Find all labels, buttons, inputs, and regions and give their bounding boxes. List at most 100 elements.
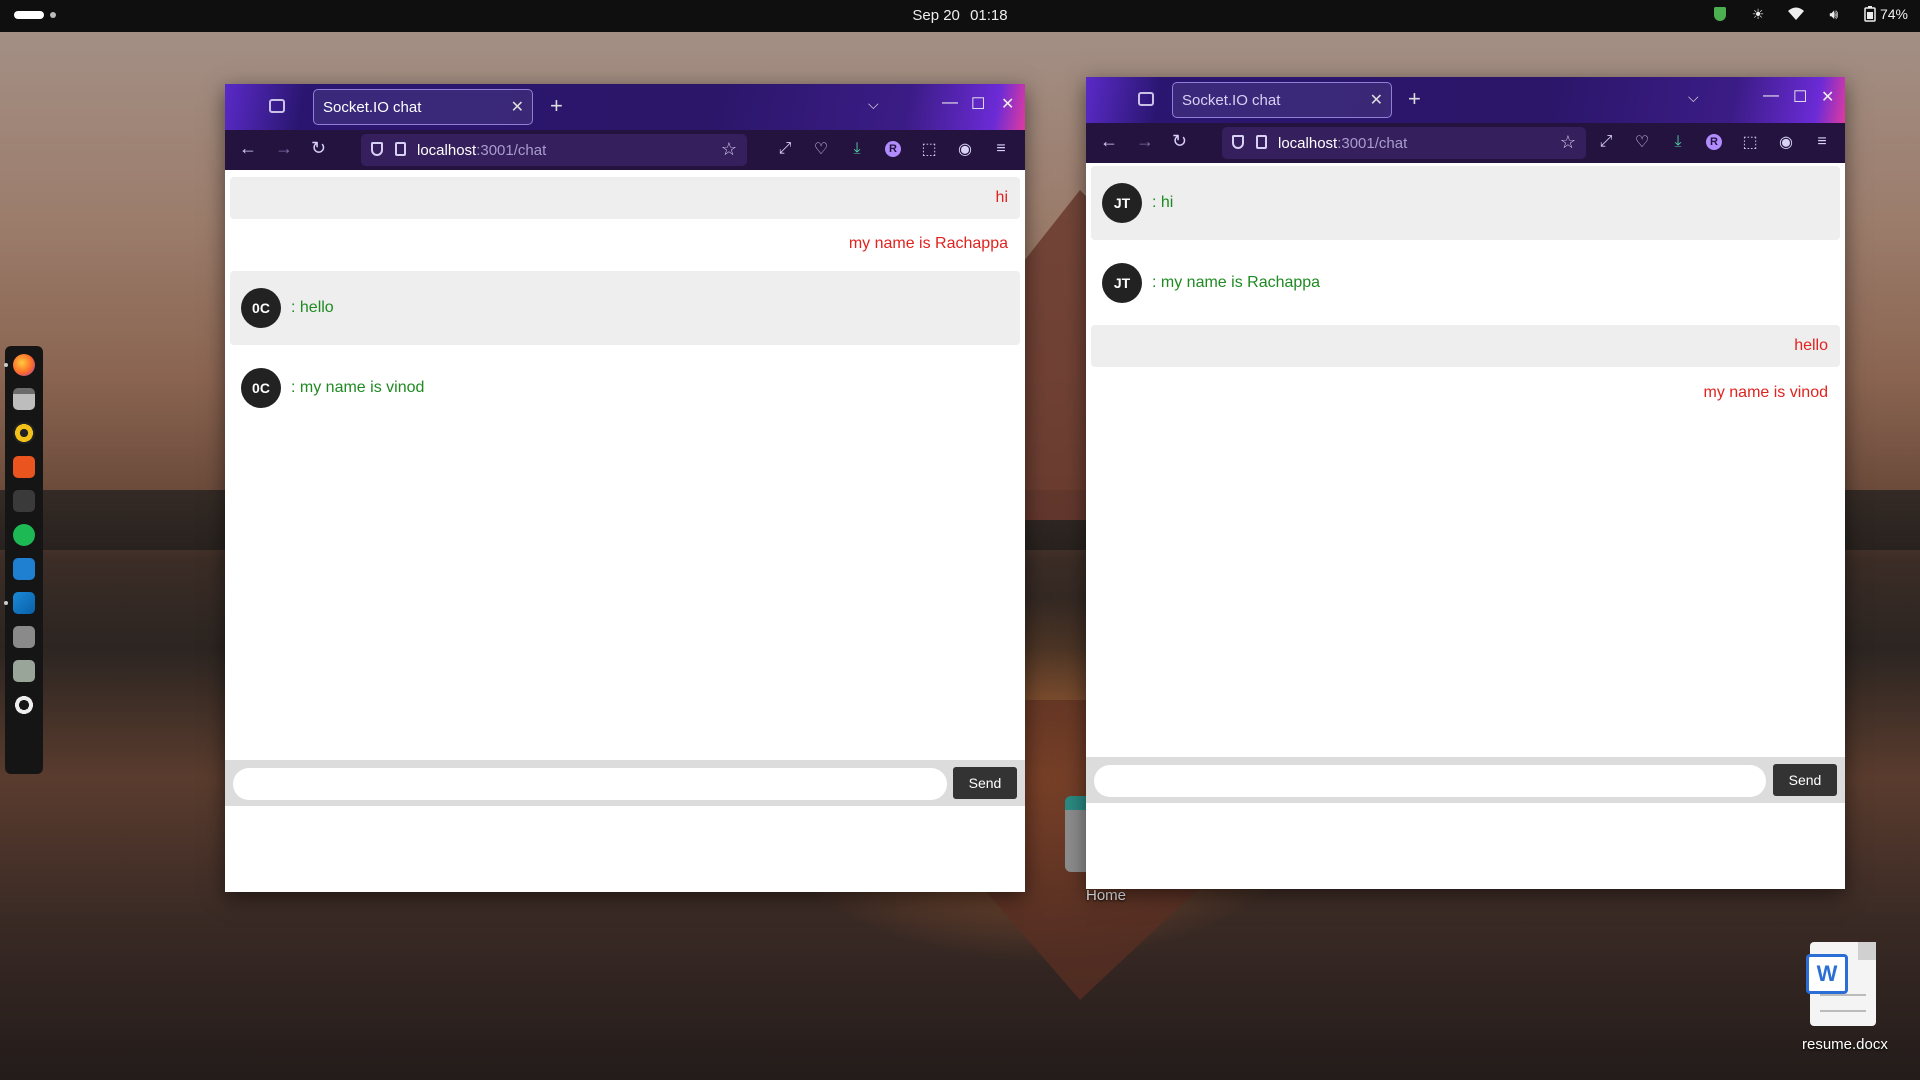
chat-message-input[interactable] xyxy=(233,768,947,800)
show-apps-icon[interactable] xyxy=(13,694,35,716)
tab-overview-icon[interactable] xyxy=(1138,92,1154,106)
browser-titlebar[interactable]: Socket.IO chat ✕ + ⌵ — ☐ ✕ xyxy=(225,84,1025,130)
forward-icon[interactable]: → xyxy=(275,138,293,159)
reload-icon[interactable]: ↻ xyxy=(1172,131,1187,152)
minimize-icon[interactable]: — xyxy=(1763,87,1779,105)
pocket-icon[interactable]: ♡ xyxy=(1632,132,1652,152)
minimize-icon[interactable]: — xyxy=(942,94,958,112)
url-text[interactable]: localhost:3001/chat xyxy=(1278,135,1407,152)
tab-socketio-chat[interactable]: Socket.IO chat ✕ xyxy=(313,89,533,125)
url-host: localhost xyxy=(417,142,477,159)
app-center-icon[interactable] xyxy=(13,456,35,478)
firefox-icon[interactable] xyxy=(4,354,35,376)
docx-file-label[interactable]: resume.docx xyxy=(1802,1036,1888,1053)
extensions-icon[interactable]: ⬚ xyxy=(1740,132,1760,152)
vscode-icon[interactable] xyxy=(4,592,35,614)
bookmark-star-icon[interactable]: ☆ xyxy=(721,139,737,160)
url-host: localhost xyxy=(1278,135,1338,152)
new-tab-icon[interactable]: + xyxy=(550,93,563,119)
new-tab-icon[interactable]: + xyxy=(1408,86,1421,112)
message-text: : my name is Rachappa xyxy=(1152,274,1321,291)
chat-message-other: 0C : my name is vinod xyxy=(230,351,1020,425)
tracking-shield-icon[interactable] xyxy=(1232,135,1244,149)
chat-message-input[interactable] xyxy=(1094,765,1766,797)
chat-message-own: my name is vinod xyxy=(1091,372,1840,414)
chevron-down-icon[interactable]: ⌵ xyxy=(868,96,879,113)
extensions-icon[interactable]: ⬚ xyxy=(919,139,939,159)
menu-icon[interactable]: ≡ xyxy=(1812,132,1832,152)
chat-message-other: JT : my name is Rachappa xyxy=(1091,246,1840,320)
account-avatar-icon[interactable]: ◉ xyxy=(1776,132,1796,152)
sender-avatar: 0C xyxy=(241,368,281,408)
close-window-icon[interactable]: ✕ xyxy=(1821,87,1834,107)
top-bar: Sep 20 01:18 ☀ 🔊︎ 74% xyxy=(0,0,1920,32)
docx-file-icon[interactable]: W xyxy=(1806,942,1876,1026)
close-tab-icon[interactable]: ✕ xyxy=(1370,90,1383,110)
url-bar[interactable]: localhost:3001/chat ☆ xyxy=(361,134,747,166)
battery-indicator[interactable]: 74% xyxy=(1864,6,1908,22)
files-icon[interactable] xyxy=(13,388,35,410)
spotify-icon[interactable] xyxy=(13,524,35,546)
chat-message-own: hi xyxy=(230,177,1020,219)
home-folder-icon[interactable] xyxy=(1065,796,1087,872)
battery-icon xyxy=(1864,6,1876,22)
chevron-down-icon[interactable]: ⌵ xyxy=(1688,89,1699,106)
profile-extension-icon[interactable]: R xyxy=(1704,132,1724,152)
sender-avatar: JT xyxy=(1102,263,1142,303)
url-bar[interactable]: localhost:3001/chat ☆ xyxy=(1222,127,1586,159)
volume-icon[interactable]: 🔊︎ xyxy=(1826,6,1842,22)
close-tab-icon[interactable]: ✕ xyxy=(511,97,524,117)
pocket-icon[interactable]: ♡ xyxy=(811,139,831,159)
send-button[interactable]: Send xyxy=(953,767,1017,799)
drive-icon[interactable] xyxy=(13,626,35,648)
brightness-icon[interactable]: ☀ xyxy=(1750,6,1766,22)
fullscreen-icon[interactable]: ⤢ xyxy=(775,139,795,159)
message-text: hi xyxy=(995,189,1008,206)
message-text: : hello xyxy=(291,299,334,316)
security-shield-icon[interactable] xyxy=(1712,6,1728,22)
browser-window-left: Socket.IO chat ✕ + ⌵ — ☐ ✕ ← → ↻ localho… xyxy=(225,84,1025,892)
clock[interactable]: Sep 20 01:18 xyxy=(0,7,1920,24)
download-icon[interactable]: ⤓ xyxy=(1668,132,1688,152)
url-text[interactable]: localhost:3001/chat xyxy=(417,142,546,159)
home-folder-label[interactable]: Home xyxy=(1086,887,1126,904)
back-icon[interactable]: ← xyxy=(239,138,257,159)
forward-icon[interactable]: → xyxy=(1136,131,1154,152)
dock xyxy=(4,346,43,774)
battery-percent: 74% xyxy=(1879,6,1908,22)
system-monitor-icon[interactable] xyxy=(13,558,35,580)
maximize-icon[interactable]: ☐ xyxy=(1793,87,1807,107)
sender-avatar: JT xyxy=(1102,183,1142,223)
trash-icon[interactable] xyxy=(13,660,35,682)
page-info-icon[interactable] xyxy=(395,142,406,156)
chat-message-other: JT : hi xyxy=(1091,166,1840,240)
menu-icon[interactable]: ≡ xyxy=(991,139,1011,159)
browser-window-right: Socket.IO chat ✕ + ⌵ — ☐ ✕ ← → ↻ localho… xyxy=(1086,77,1845,889)
wifi-icon[interactable] xyxy=(1787,6,1804,22)
browser-titlebar[interactable]: Socket.IO chat ✕ + ⌵ — ☐ ✕ xyxy=(1086,77,1845,123)
send-button[interactable]: Send xyxy=(1773,764,1837,796)
message-text: my name is vinod xyxy=(1703,384,1829,401)
url-path: :3001/chat xyxy=(1337,135,1408,152)
profile-extension-icon[interactable]: R xyxy=(883,139,903,159)
tab-overview-icon[interactable] xyxy=(269,99,285,113)
maximize-icon[interactable]: ☐ xyxy=(971,94,985,114)
close-window-icon[interactable]: ✕ xyxy=(1001,94,1014,114)
fullscreen-icon[interactable]: ⤢ xyxy=(1596,132,1616,152)
system-tray[interactable]: ☀ 🔊︎ 74% xyxy=(1712,6,1908,22)
page-info-icon[interactable] xyxy=(1256,135,1267,149)
clock-time: 01:18 xyxy=(970,7,1008,24)
tracking-shield-icon[interactable] xyxy=(371,142,383,156)
rhythmbox-icon[interactable] xyxy=(13,422,35,444)
terminal-icon[interactable] xyxy=(13,490,35,512)
tab-socketio-chat[interactable]: Socket.IO chat ✕ xyxy=(1172,82,1392,118)
reload-icon[interactable]: ↻ xyxy=(311,138,326,159)
back-icon[interactable]: ← xyxy=(1100,131,1118,152)
bookmark-star-icon[interactable]: ☆ xyxy=(1560,132,1576,153)
chat-page: hi my name is Rachappa 0C : hello 0C : m… xyxy=(225,170,1025,806)
account-avatar-icon[interactable]: ◉ xyxy=(955,139,975,159)
nav-toolbar: ← → ↻ localhost:3001/chat ☆ ⤢ ♡ ⤓ R ⬚ ◉ … xyxy=(1086,123,1845,163)
download-icon[interactable]: ⤓ xyxy=(847,139,867,159)
message-text: my name is Rachappa xyxy=(848,235,1008,252)
url-path: :3001/chat xyxy=(476,142,547,159)
